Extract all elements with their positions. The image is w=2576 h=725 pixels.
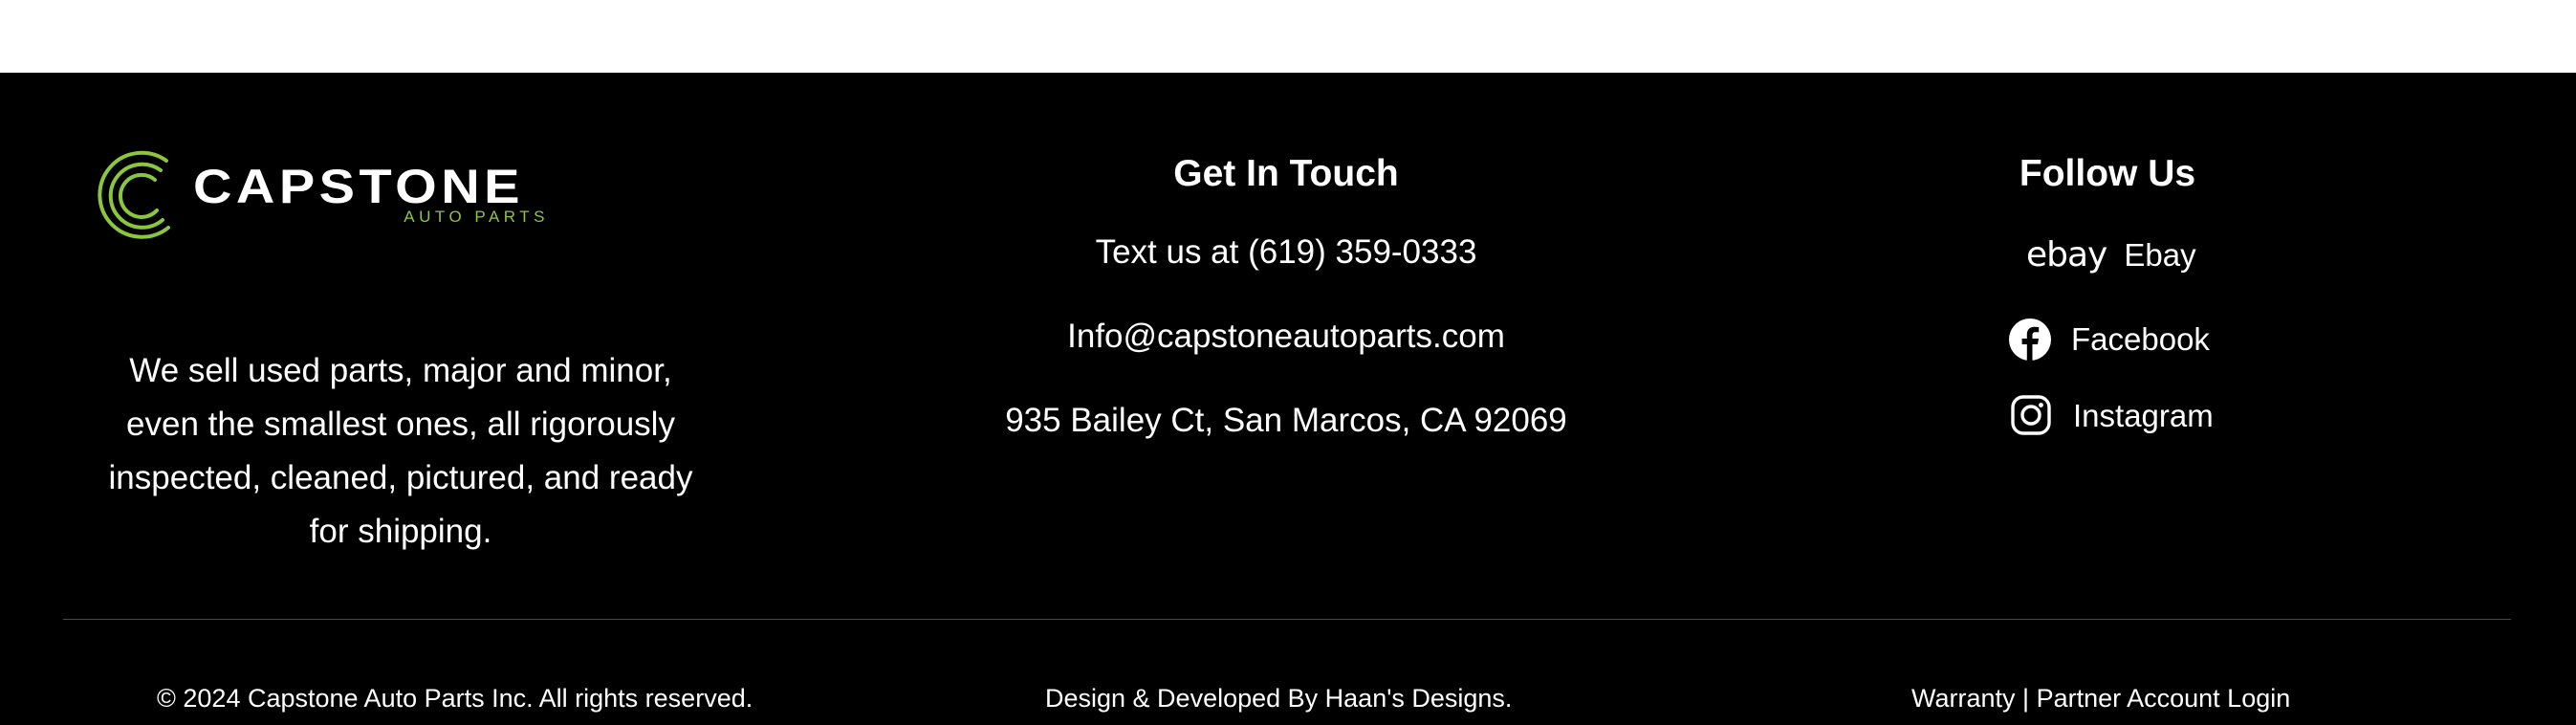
- warranty-link[interactable]: Warranty: [1911, 684, 2016, 713]
- partner-login-link[interactable]: Partner Account Login: [2037, 684, 2291, 713]
- contact-address: 935 Bailey Ct, San Marcos, CA 92069: [1005, 402, 1567, 439]
- footer-contact: Get In Touch Text us at (619) 359-0333 I…: [956, 149, 1616, 439]
- social-link-ebay[interactable]: ebay Ebay: [2026, 235, 2196, 275]
- logo-subtitle: AUTO PARTS: [404, 208, 549, 226]
- link-separator: |: [2022, 684, 2030, 713]
- logo-mark-icon: [98, 150, 170, 239]
- footer-divider: [63, 619, 2511, 620]
- contact-heading: Get In Touch: [1173, 153, 1399, 194]
- social-heading: Follow Us: [2019, 153, 2196, 194]
- social-label-facebook: Facebook: [2071, 321, 2210, 357]
- logo-wordmark: CAPSTONE: [193, 160, 524, 213]
- capstone-logo[interactable]: CAPSTONE AUTO PARTS: [90, 147, 549, 243]
- contact-email-link[interactable]: Info@capstoneautoparts.com: [956, 318, 1616, 356]
- page-top-strip: [0, 0, 2576, 73]
- social-label-ebay: Ebay: [2124, 236, 2196, 273]
- copyright-text: © 2024 Capstone Auto Parts Inc. All righ…: [157, 684, 753, 713]
- social-link-facebook[interactable]: Facebook: [2008, 318, 2210, 362]
- social-link-instagram[interactable]: Instagram: [2010, 394, 2214, 438]
- social-label-instagram: Instagram: [2073, 398, 2214, 433]
- ebay-icon: ebay: [2026, 235, 2107, 275]
- designer-credit: Design & Developed By Haan's Designs.: [1045, 684, 1513, 713]
- contact-phone[interactable]: Text us at (619) 359-0333: [956, 233, 1616, 272]
- facebook-icon: [2008, 318, 2052, 362]
- footer-social: Follow Us ebay Ebay Facebook Instagram: [1916, 149, 2299, 435]
- instagram-icon: [2010, 394, 2054, 438]
- legal-links: Warranty | Partner Account Login: [1911, 684, 2290, 714]
- brand-description: We sell used parts, major and minor, eve…: [108, 352, 693, 550]
- site-footer: CAPSTONE AUTO PARTS We sell used parts, …: [0, 73, 2576, 725]
